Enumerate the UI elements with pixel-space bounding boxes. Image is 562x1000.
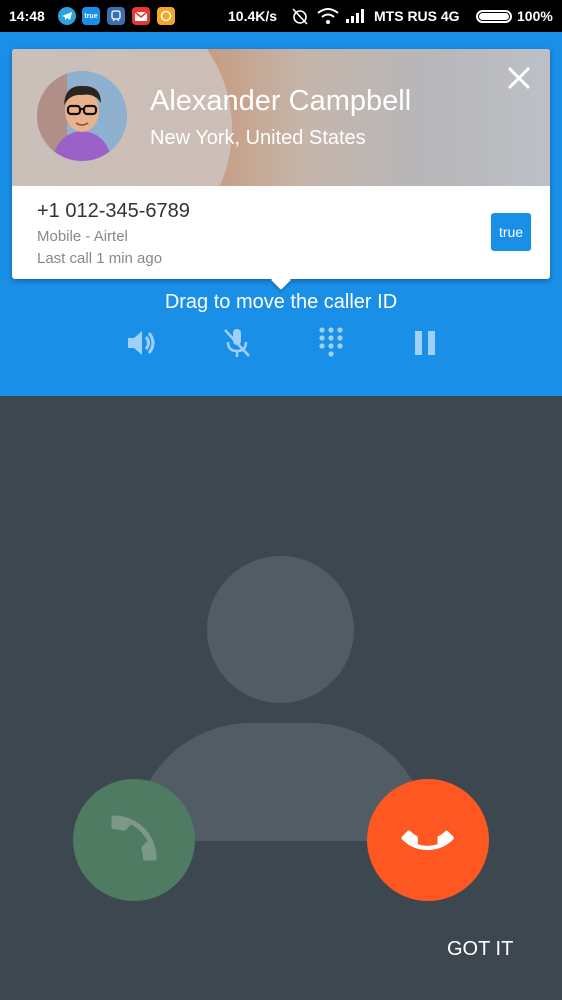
last-call-info: Last call 1 min ago — [37, 250, 163, 267]
phone-hangup-icon — [398, 808, 458, 872]
phone-number: +1 012-345-6789 — [37, 200, 190, 222]
alarm-off-icon — [290, 7, 310, 28]
status-bar: 14:48 true 10.4K/s MTS RUS 4G 100% — [0, 0, 562, 32]
caller-details: +1 012-345-6789 Mobile - Airtel Last cal… — [12, 186, 550, 279]
truecaller-badge[interactable]: true — [491, 213, 531, 251]
dialpad-icon[interactable] — [313, 325, 349, 361]
clock: 14:48 — [9, 8, 45, 24]
avatar — [37, 71, 127, 161]
pause-icon[interactable] — [407, 325, 443, 361]
wifi-icon — [317, 7, 339, 28]
close-icon[interactable] — [504, 63, 534, 93]
gmail-icon — [132, 7, 150, 25]
network-speed: 10.4K/s — [228, 8, 278, 24]
speaker-icon[interactable] — [124, 325, 160, 361]
placeholder-avatar-head — [207, 556, 354, 703]
mute-mic-icon[interactable] — [219, 325, 255, 361]
caller-card-header: Alexander Campbell New York, United Stat… — [12, 49, 550, 186]
train-icon — [107, 7, 125, 25]
truecaller-icon: true — [82, 7, 100, 25]
accept-call-button[interactable] — [73, 779, 195, 901]
signal-icon — [346, 9, 368, 26]
chat-icon — [157, 7, 175, 25]
decline-call-button[interactable] — [367, 779, 489, 901]
phone-icon — [104, 808, 164, 872]
caller-location: New York, United States — [150, 127, 366, 149]
telegram-icon — [58, 7, 76, 25]
phone-type: Mobile - Airtel — [37, 228, 128, 245]
caller-name: Alexander Campbell — [150, 85, 412, 117]
caller-id-card[interactable]: Alexander Campbell New York, United Stat… — [12, 49, 550, 290]
carrier-label: MTS RUS 4G — [374, 8, 460, 24]
battery-icon — [476, 10, 512, 23]
got-it-button[interactable]: GOT IT — [447, 938, 513, 961]
battery-percent: 100% — [517, 8, 553, 24]
drag-hint: Drag to move the caller ID — [164, 291, 398, 313]
